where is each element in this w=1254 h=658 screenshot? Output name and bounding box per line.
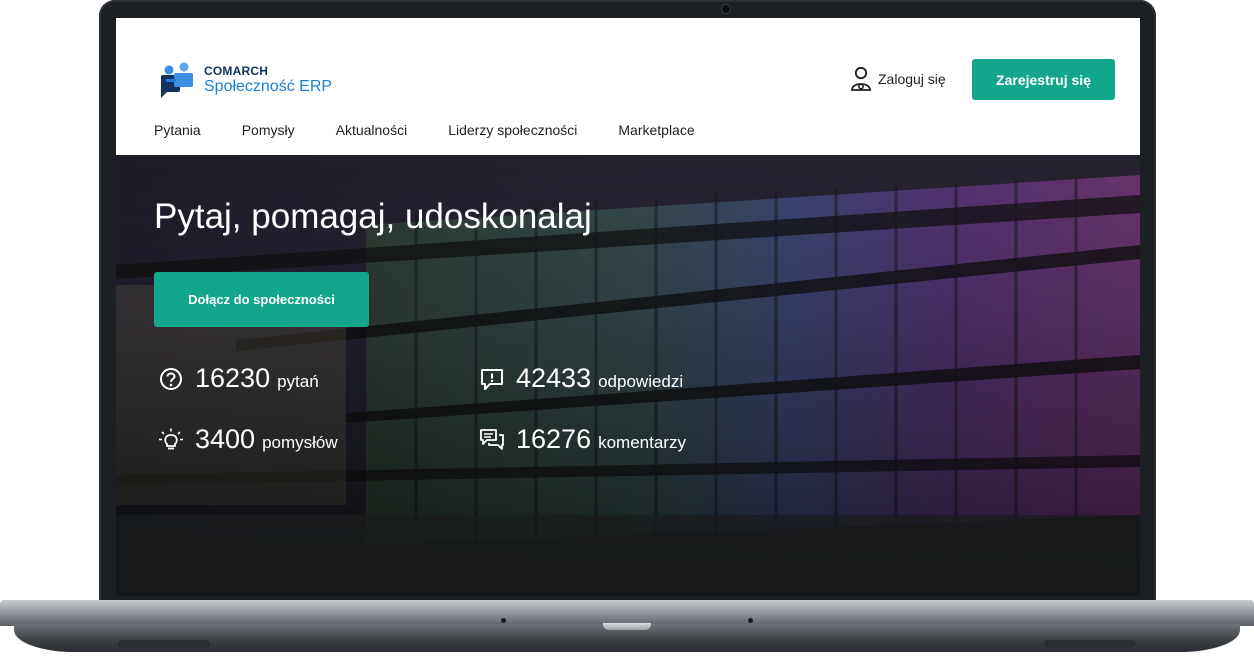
join-community-button[interactable]: Dołącz do społeczności: [154, 272, 369, 327]
laptop-notch: [603, 623, 651, 630]
comments-icon: [480, 428, 504, 450]
login-label: Zaloguj się: [878, 71, 946, 87]
hero-title: Pytaj, pomagaj, udoskonalaj: [154, 197, 592, 236]
lightbulb-icon: [159, 428, 183, 449]
question-circle-icon: [160, 367, 182, 390]
logo-product: Społeczność ERP: [204, 78, 333, 95]
laptop-foot-left: [118, 640, 210, 648]
laptop-hinge-dot-right: [748, 618, 753, 623]
nav-item-marketplace[interactable]: Marketplace: [618, 122, 694, 138]
webcam-icon: [722, 5, 730, 13]
stat-label: komentarzy: [598, 433, 686, 452]
site-header: COMARCH Społeczność ERP Zaloguj się Zare…: [116, 18, 1140, 155]
stat-label: pomysłów: [262, 433, 338, 452]
stat-questions: 16230 pytań: [158, 363, 319, 394]
brand-logo[interactable]: COMARCH Społeczność ERP: [160, 62, 332, 98]
stat-value: 42433: [516, 363, 592, 393]
answer-bubble-icon: [481, 368, 503, 390]
stat-comments: 16276 komentarzy: [479, 424, 686, 455]
user-icon: [851, 66, 871, 91]
nav-item-aktualnosci[interactable]: Aktualności: [336, 122, 408, 138]
stat-value: 16276: [516, 424, 592, 454]
stat-value: 3400: [195, 424, 256, 454]
stat-label: odpowiedzi: [598, 372, 684, 391]
laptop-foot-right: [1044, 640, 1136, 648]
stat-answers: 42433 odpowiedzi: [479, 363, 683, 394]
nav-item-pytania[interactable]: Pytania: [154, 122, 201, 138]
register-button[interactable]: Zarejestruj się: [972, 59, 1115, 100]
logo-company: COMARCH: [204, 64, 269, 78]
stat-value: 16230: [195, 363, 271, 393]
laptop-hinge-dot-left: [501, 618, 506, 623]
hero-section: Pytaj, pomagaj, udoskonalaj Dołącz do sp…: [116, 155, 1140, 596]
stat-ideas: 3400 pomysłów: [158, 424, 338, 455]
main-nav: Pytania Pomysły Aktualności Liderzy społ…: [154, 122, 736, 138]
community-logo-icon: [161, 62, 193, 98]
nav-item-pomysly[interactable]: Pomysły: [242, 122, 295, 138]
login-link[interactable]: Zaloguj się: [850, 66, 946, 92]
nav-item-liderzy[interactable]: Liderzy społeczności: [448, 122, 577, 138]
laptop-screen: COMARCH Społeczność ERP Zaloguj się Zare…: [116, 18, 1140, 596]
stat-label: pytań: [277, 372, 319, 391]
